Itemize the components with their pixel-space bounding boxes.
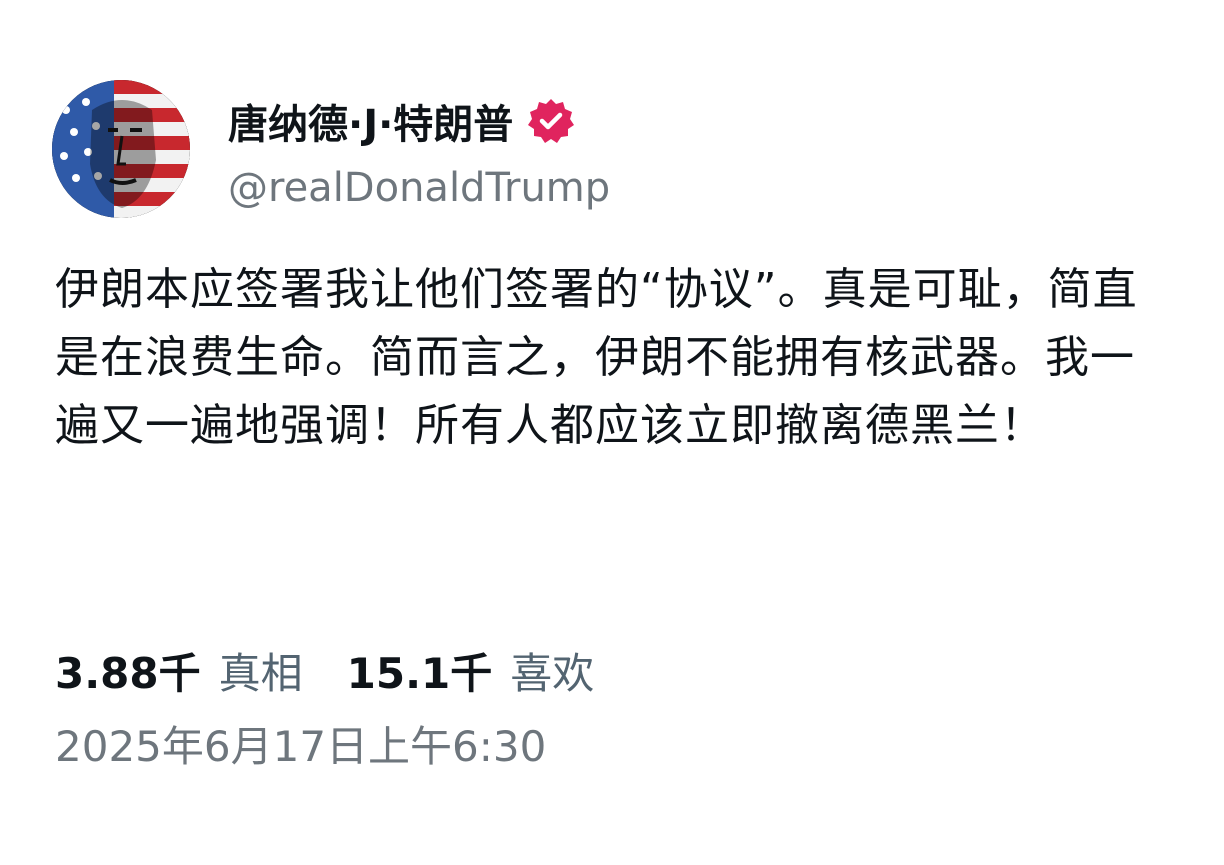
truths-label[interactable]: 真相 [219, 640, 303, 701]
likes-count[interactable]: 15.1千 [347, 640, 493, 701]
author-handle[interactable]: @realDonaldTrump [228, 165, 610, 211]
post-body-text: 伊朗本应签署我让他们签署的“协议”。真是可耻，简直是在浪费生命。简而言之，伊朗不… [55, 264, 1138, 451]
avatar[interactable] [52, 80, 190, 218]
flag-portrait-avatar-icon [52, 80, 190, 218]
post-stats: 3.88千 真相 15.1千 喜欢 [55, 640, 594, 701]
post-timestamp: 2025年6月17日上午6:30 [55, 722, 547, 771]
author-display-name[interactable]: 唐纳德·J·特朗普 [228, 92, 575, 150]
truths-count[interactable]: 3.88千 [55, 640, 201, 701]
likes-label[interactable]: 喜欢 [510, 640, 594, 701]
verified-badge-icon [527, 97, 575, 145]
author-name-text[interactable]: 唐纳德·J·特朗普 [228, 92, 513, 150]
post-card: 唐纳德·J·特朗普 @realDonaldTrump 伊朗本应签署我让他们签署的… [0, 0, 1224, 865]
